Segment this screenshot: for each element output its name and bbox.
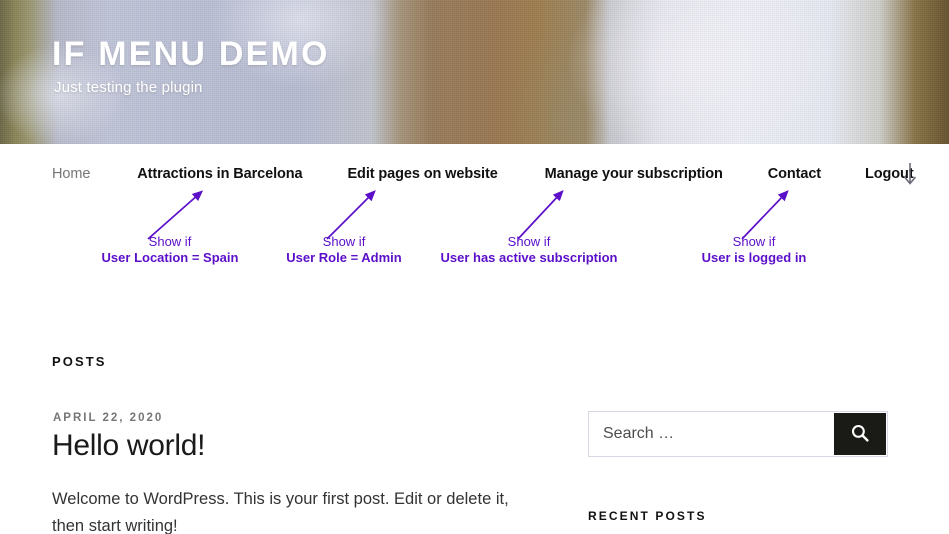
annotation-label-4: Show if User is logged in <box>702 234 807 267</box>
post-excerpt: Welcome to WordPress. This is your first… <box>52 490 509 534</box>
post-article: APRIL 22, 2020 Hello world! Welcome to W… <box>52 412 552 534</box>
annotation-3-line1: Show if <box>507 234 551 249</box>
annotation-2-line2: User Role = Admin <box>286 250 402 266</box>
nav-item-attractions-in-barcelona[interactable]: Attractions in Barcelona <box>137 166 302 182</box>
search-input[interactable] <box>589 412 834 456</box>
annotation-label-2: Show if User Role = Admin <box>286 234 401 267</box>
site-tagline: Just testing the plugin <box>54 79 203 97</box>
site-header: IF MENU DEMO Just testing the plugin <box>0 0 949 144</box>
search-form <box>588 411 888 457</box>
sidebar: RECENT POSTS Hello world! <box>588 411 888 534</box>
annotation-4-line1: Show if <box>732 234 776 249</box>
nav-item-manage-your-subscription[interactable]: Manage your subscription <box>545 166 723 182</box>
site-title[interactable]: IF MENU DEMO <box>52 35 330 73</box>
recent-posts-widget-title: RECENT POSTS <box>588 509 707 523</box>
nav-item-home[interactable]: Home <box>52 166 90 182</box>
annotation-3-line2: User has active subscription <box>440 250 618 266</box>
search-icon <box>850 423 870 446</box>
annotation-1-line2: User Location = Spain <box>101 250 239 266</box>
annotation-1-line1: Show if <box>148 234 192 249</box>
annotation-label-3: Show if User has active subscription <box>440 234 617 267</box>
navigation-bar: Home Attractions in Barcelona Edit pages… <box>0 144 949 204</box>
nav-item-contact[interactable]: Contact <box>768 166 821 182</box>
post-date: APRIL 22, 2020 <box>53 412 164 424</box>
search-submit-button[interactable] <box>834 413 886 455</box>
arrow-down-icon[interactable] <box>899 161 921 187</box>
main-menu: Home Attractions in Barcelona Edit pages… <box>52 144 914 204</box>
nav-item-edit-pages-on-website[interactable]: Edit pages on website <box>347 166 497 182</box>
annotation-label-1: Show if User Location = Spain <box>102 234 239 267</box>
annotation-2-line1: Show if <box>322 234 366 249</box>
annotation-4-line2: User is logged in <box>701 250 807 266</box>
site-branding: IF MENU DEMO Just testing the plugin <box>52 35 330 97</box>
post-title[interactable]: Hello world! <box>52 428 552 464</box>
page-root: IF MENU DEMO Just testing the plugin Hom… <box>0 0 949 534</box>
posts-section-heading: POSTS <box>52 354 107 369</box>
